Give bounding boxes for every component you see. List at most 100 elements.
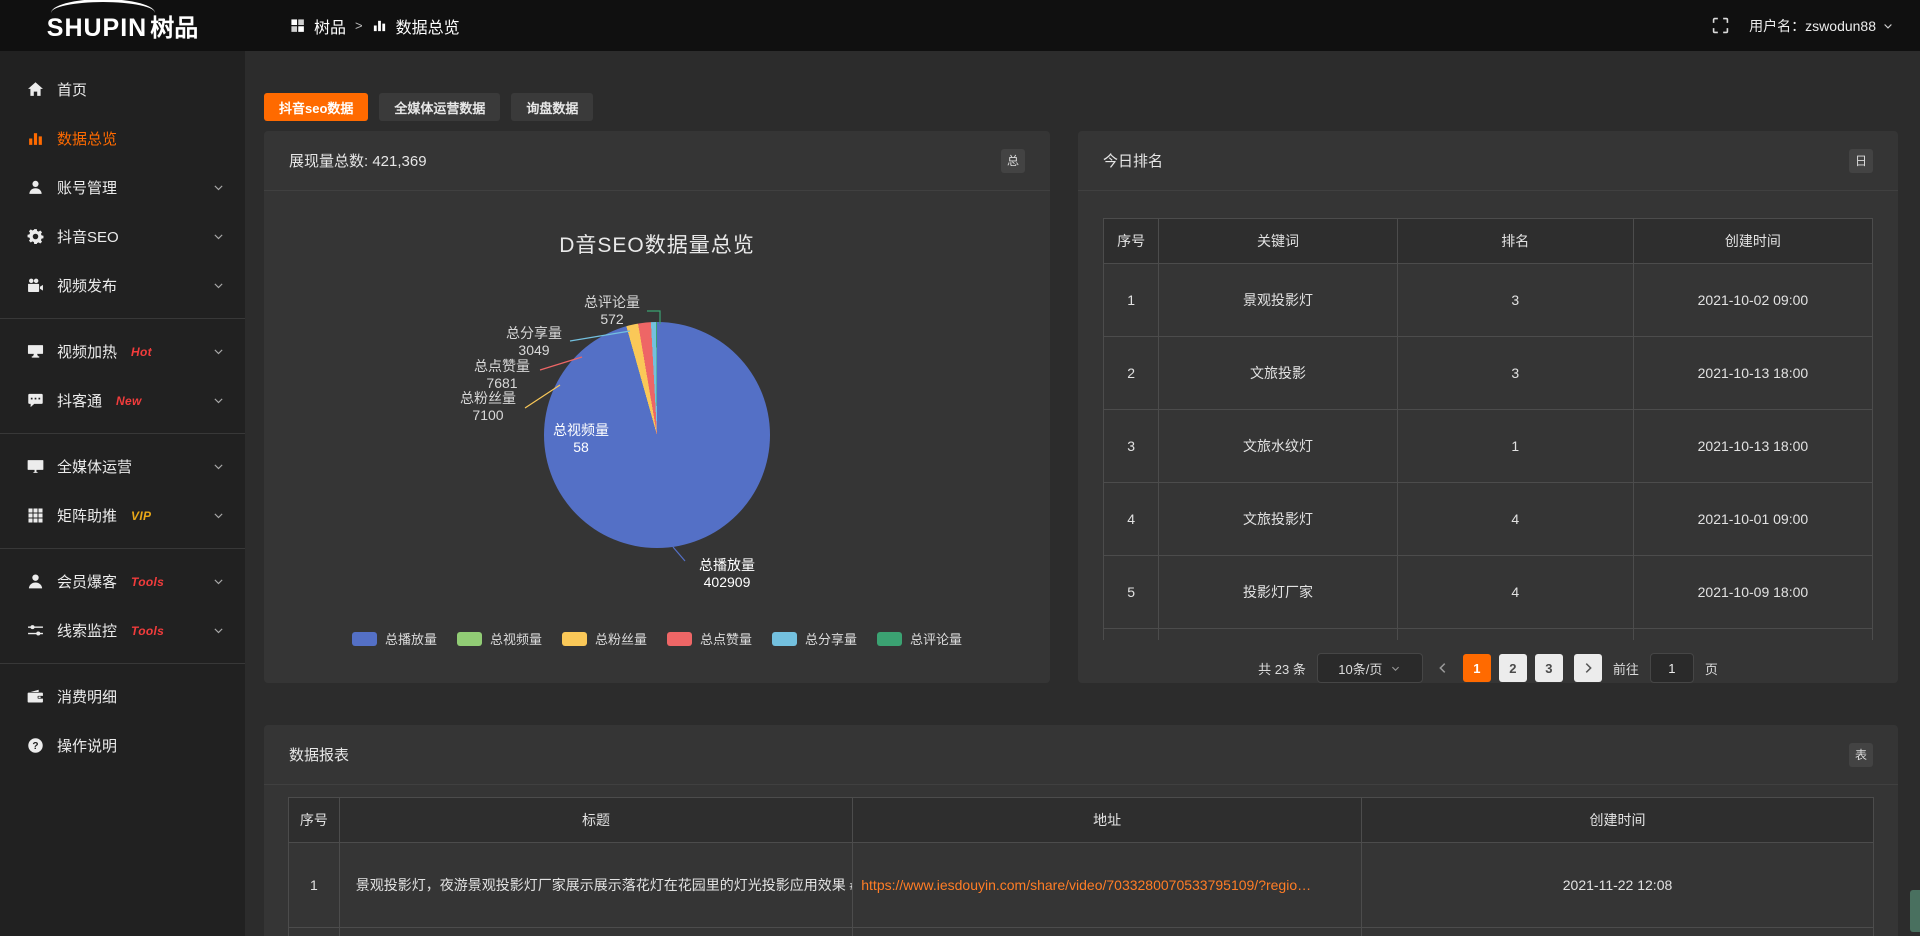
fullscreen-icon[interactable] <box>1712 17 1729 34</box>
sidebar-item-monitor[interactable]: 全媒体运营 <box>0 442 245 491</box>
chat-icon <box>27 392 44 409</box>
grid-icon <box>27 507 44 524</box>
legend-swatch <box>667 632 692 646</box>
table-row: 5投影灯厂家42021-10-09 18:00 <box>1104 556 1873 629</box>
page-buttons: 123 <box>1463 654 1563 682</box>
sidebar-item-heat[interactable]: 视频加热Hot <box>0 327 245 376</box>
seo-chart-panel: 展现量总数: 421,369 总 D音SEO数据量总览 总评论量572 总分享量… <box>264 131 1050 683</box>
sidebar-item-gear[interactable]: 抖音SEO <box>0 212 245 261</box>
sidebar-item-user[interactable]: 账号管理 <box>0 163 245 212</box>
home-icon <box>27 81 44 98</box>
table-cell: 2 <box>1104 337 1159 410</box>
ranking-table: 序号关键词排名创建时间 1景观投影灯32021-10-02 09:002文旅投影… <box>1103 218 1873 640</box>
table-cell: 2021-10-02 09:00 <box>1633 264 1872 337</box>
sidebar-item-label: 操作说明 <box>57 735 117 756</box>
monitor-icon <box>27 458 44 475</box>
page-button-1[interactable]: 1 <box>1463 654 1491 682</box>
total-badge[interactable]: 总 <box>1001 149 1025 173</box>
sidebar-item-person[interactable]: 会员爆客Tools <box>0 557 245 606</box>
sidebar-item-video-camera[interactable]: 视频发布 <box>0 261 245 310</box>
chevron-down-icon <box>212 624 225 637</box>
table-cell: 1 <box>1104 264 1159 337</box>
report-panel-title: 数据报表 <box>289 744 349 765</box>
table-cell: 4 <box>1397 483 1633 556</box>
logo-text-cn: 树品 <box>150 8 198 43</box>
table-cell: 文旅投影灯 <box>1159 483 1397 556</box>
legend-item[interactable]: 总粉丝量 <box>562 629 647 648</box>
tab-2[interactable]: 询盘数据 <box>511 93 593 121</box>
table-cell: 1 <box>289 843 340 928</box>
pie-label-fans: 总粉丝量7100 <box>450 390 526 424</box>
sidebar-item-sliders[interactable]: 线索监控Tools <box>0 606 245 655</box>
day-badge[interactable]: 日 <box>1849 149 1873 173</box>
legend-item[interactable]: 总分享量 <box>772 629 857 648</box>
table-badge[interactable]: 表 <box>1849 743 1873 767</box>
person-icon <box>27 573 44 590</box>
column-header: 标题 <box>339 798 853 843</box>
legend-item[interactable]: 总视频量 <box>457 629 542 648</box>
page-button-2[interactable]: 2 <box>1499 654 1527 682</box>
table-header-row: 序号标题地址创建时间 <box>289 798 1874 843</box>
next-page-button[interactable] <box>1574 654 1602 682</box>
report-table: 序号标题地址创建时间 1景观投影灯，夜游景观投影灯厂家展示展示落花灯在花园里的灯… <box>288 797 1874 936</box>
sidebar-item-wallet[interactable]: 消费明细 <box>0 672 245 721</box>
user-icon <box>27 179 44 196</box>
legend-swatch <box>457 632 482 646</box>
sidebar-item-grid[interactable]: 矩阵助推VIP <box>0 491 245 540</box>
top-header: SHUPIN 树品 树品 > 数据总览 用户名：zswodun88 <box>0 0 1920 51</box>
logo-arc <box>51 0 155 13</box>
column-header: 序号 <box>289 798 340 843</box>
sidebar-item-question[interactable]: ?操作说明 <box>0 721 245 770</box>
username-label: 用户名：zswodun88 <box>1749 16 1876 36</box>
sidebar-item-chat[interactable]: 抖客通New <box>0 376 245 425</box>
breadcrumb: 树品 > 数据总览 <box>290 14 460 38</box>
chart-legend: 总播放量 总视频量 总粉丝量 总点赞量 总分享量 总评论量 <box>264 629 1050 648</box>
legend-item[interactable]: 总播放量 <box>352 629 437 648</box>
sidebar-item-label: 线索监控 <box>57 620 117 641</box>
table-cell: 2021-10-09 18:00 <box>1633 556 1872 629</box>
chevron-down-icon <box>212 394 225 407</box>
sidebar-item-label: 消费明细 <box>57 686 117 707</box>
sidebar-item-home[interactable]: 首页 <box>0 65 245 114</box>
ranking-panel-title: 今日排名 <box>1103 150 1163 171</box>
sidebar-item-bar-chart[interactable]: 数据总览 <box>0 114 245 163</box>
table-cell: 投影灯厂家 <box>1159 556 1397 629</box>
chart-title: D音SEO数据量总览 <box>264 229 1050 259</box>
table-cell: 2021-10-13 18:00 <box>1633 410 1872 483</box>
pie-label-plays: 总播放量402909 <box>684 557 770 591</box>
goto-page-input[interactable] <box>1650 653 1694 683</box>
legend-label: 总播放量 <box>385 629 437 648</box>
tab-1[interactable]: 全媒体运营数据 <box>379 93 500 121</box>
page-size-select[interactable]: 10条/页 <box>1317 653 1423 683</box>
heat-icon <box>27 343 44 360</box>
breadcrumb-root[interactable]: 树品 <box>314 14 346 38</box>
floating-widget[interactable] <box>1910 890 1920 932</box>
gear-icon <box>27 228 44 245</box>
table-cell: 3 <box>1104 410 1159 483</box>
total-count-label: 共 23 条 <box>1258 659 1306 678</box>
user-menu[interactable]: 用户名：zswodun88 <box>1749 16 1894 36</box>
breadcrumb-current[interactable]: 数据总览 <box>396 14 460 38</box>
table-cell: 文旅水纹灯 <box>1159 410 1397 483</box>
legend-item[interactable]: 总评论量 <box>877 629 962 648</box>
sliders-icon <box>27 622 44 639</box>
chevron-down-icon <box>1390 663 1401 674</box>
table-cell: 2021-10-13 18:00 <box>1633 337 1872 410</box>
chevron-down-icon <box>212 460 225 473</box>
column-header: 序号 <box>1104 219 1159 264</box>
table-cell: 2021-10-01 09:00 <box>1633 483 1872 556</box>
page-button-3[interactable]: 3 <box>1535 654 1563 682</box>
legend-swatch <box>352 632 377 646</box>
sidebar-item-label: 视频加热 <box>57 341 117 362</box>
pie-chart-area: D音SEO数据量总览 总评论量572 总分享量3049 总点赞量7681 <box>264 191 1050 682</box>
impressions-total-label: 展现量总数: 421,369 <box>289 150 427 171</box>
pie-label-videos: 总视频量58 <box>546 422 616 456</box>
chevron-down-icon <box>212 181 225 194</box>
video-url-link[interactable]: https://www.iesdouyin.com/share/video/70… <box>853 843 1362 928</box>
legend-item[interactable]: 总点赞量 <box>667 629 752 648</box>
today-ranking-panel: 今日排名 日 序号关键词排名创建时间 1景观投影灯32021-10-02 09:… <box>1078 131 1898 683</box>
prev-page-button[interactable] <box>1434 661 1452 675</box>
tab-0[interactable]: 抖音seo数据 <box>264 93 368 121</box>
bar-chart-icon <box>27 130 44 147</box>
data-tabs: 抖音seo数据全媒体运营数据询盘数据 <box>264 93 1898 121</box>
